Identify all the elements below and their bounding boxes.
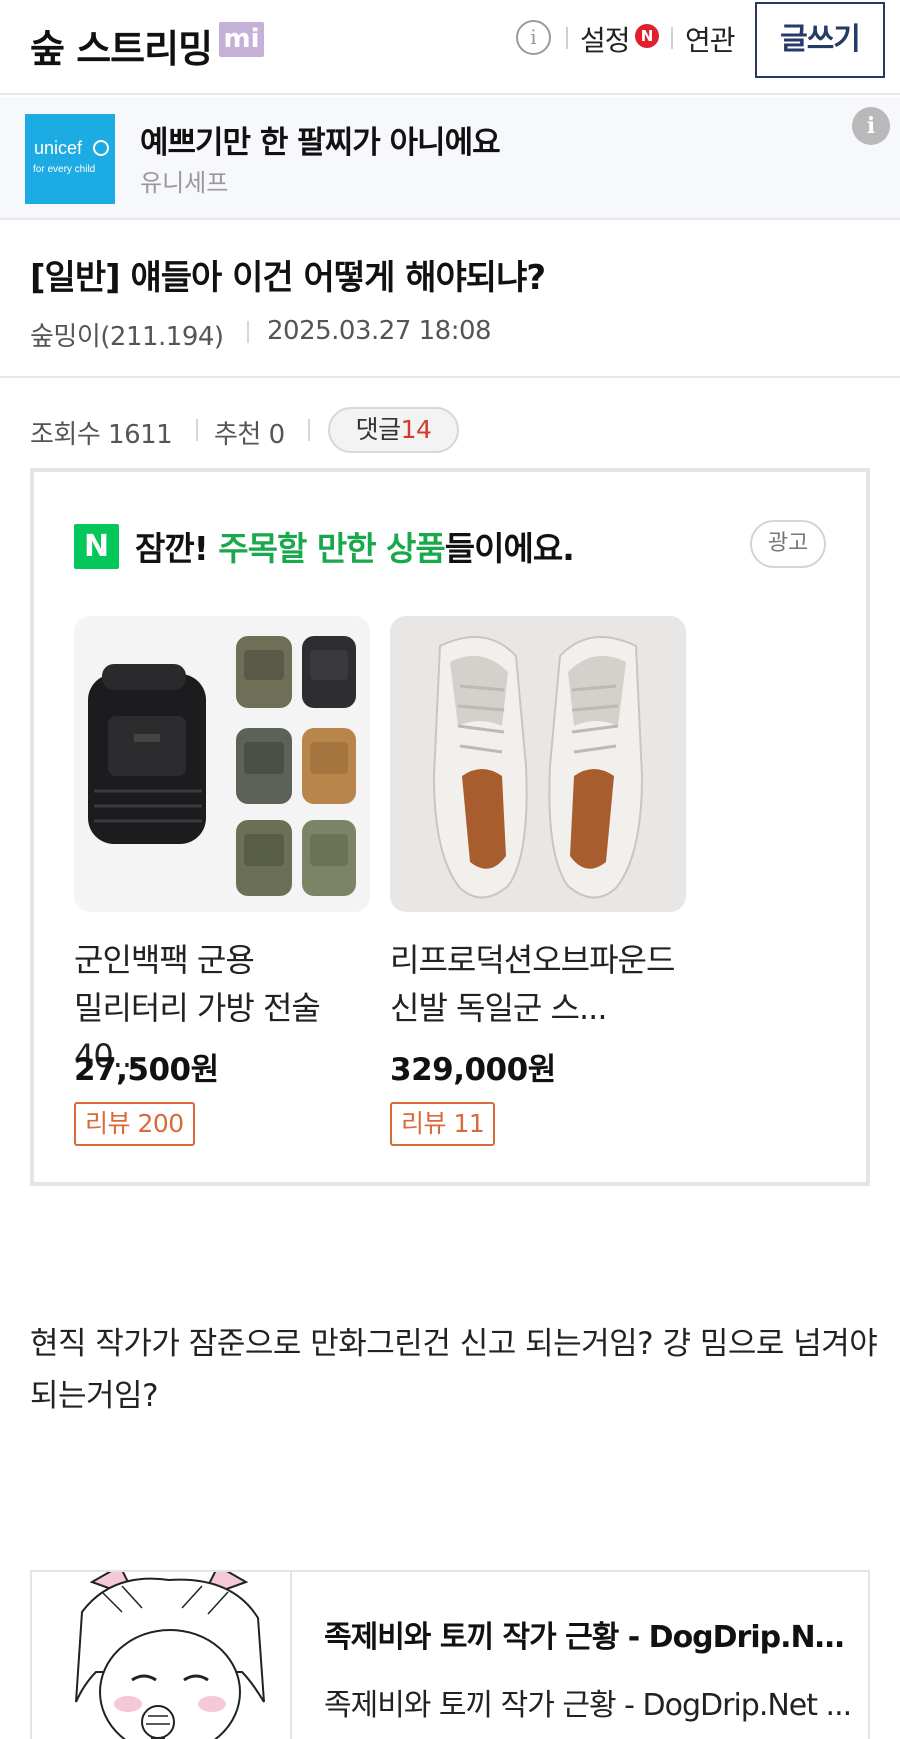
unicef-logo-tagline: for every child (33, 164, 96, 175)
ad-label[interactable]: 광고 (750, 520, 826, 568)
site-logo[interactable]: 숲 스트리밍 (30, 18, 213, 73)
link-title[interactable]: 족제비와 토끼 작가 근황 - DogDrip.Net ... (324, 1612, 854, 1656)
product-name[interactable]: 리프로덕션오브파운드 신발 독일군 스... (390, 936, 680, 1032)
info-icon[interactable]: i (516, 20, 551, 55)
naver-logo: N (74, 524, 119, 569)
top-header: 숲 스트리밍 mi i 설정 N 연관 글쓰기 (0, 0, 900, 95)
heading-prefix: 잠깐! (135, 529, 219, 568)
heading-suffix: 들이에요. (444, 529, 575, 568)
product-price: 27,500원 (74, 1052, 219, 1088)
comments-count: 14 (400, 415, 432, 444)
related-link[interactable]: 연관 (685, 19, 736, 59)
review-badge: 리뷰 200 (74, 1102, 195, 1146)
view-count: 조회수 1611 (30, 420, 173, 450)
new-badge: N (635, 24, 659, 48)
product-ad-heading: 잠깐! 주목할 만한 상품들이에요. (135, 522, 575, 570)
ad-sponsor: 유니세프 (140, 169, 229, 197)
ad-banner[interactable]: unicef for every child 예쁘기만 한 팔찌가 아니에요 유… (0, 97, 900, 220)
recommend-count: 추천 0 (214, 420, 285, 450)
heading-highlight: 주목할 만한 상품 (218, 529, 445, 568)
header-divider (566, 27, 568, 49)
unicef-logo-text: unicef (34, 138, 83, 158)
header-divider (671, 27, 673, 49)
sneakers-image[interactable] (390, 616, 686, 912)
post-author[interactable]: 숲밍이(211.194) (30, 316, 224, 353)
stat-divider (196, 419, 198, 441)
globe-icon (93, 140, 109, 156)
ad-info-icon[interactable]: i (852, 107, 890, 145)
post-title: [일반] 얘들아 이건 어떻게 해야되냐? (30, 258, 546, 298)
product-price: 329,000원 (390, 1052, 556, 1088)
settings-link[interactable]: 설정 (580, 19, 631, 59)
write-button[interactable]: 글쓰기 (755, 2, 885, 78)
stat-divider (308, 419, 310, 441)
product-ad-box: N 잠깐! 주목할 만한 상품들이에요. 광고 군인백팩 군용 밀리터리 가방 … (30, 468, 870, 1186)
unicef-logo: unicef for every child (25, 114, 115, 204)
comments-button[interactable]: 댓글14 (328, 407, 459, 453)
meta-divider (247, 321, 249, 343)
section-divider (0, 376, 900, 378)
comments-label: 댓글 (355, 415, 402, 444)
link-description: 족제비와 토끼 작가 근황 - DogDrip.Net ... (324, 1688, 852, 1723)
link-preview-card[interactable]: 족제비와 토끼 작가 근황 - DogDrip.Net ... 족제비와 토끼 … (30, 1570, 870, 1739)
logo-badge: mi (219, 22, 264, 57)
ad-title[interactable]: 예쁘기만 한 팔찌가 아니에요 (140, 117, 501, 162)
review-badge: 리뷰 11 (390, 1102, 496, 1146)
post-body: 현직 작가가 잠준으로 만화그린건 신고 되는거임? 걍 밈으로 넘겨야되는거임… (30, 1326, 878, 1414)
backpack-image[interactable] (74, 616, 370, 912)
post-date: 2025.03.27 18:08 (267, 316, 492, 346)
comic-thumbnail[interactable] (32, 1572, 292, 1739)
